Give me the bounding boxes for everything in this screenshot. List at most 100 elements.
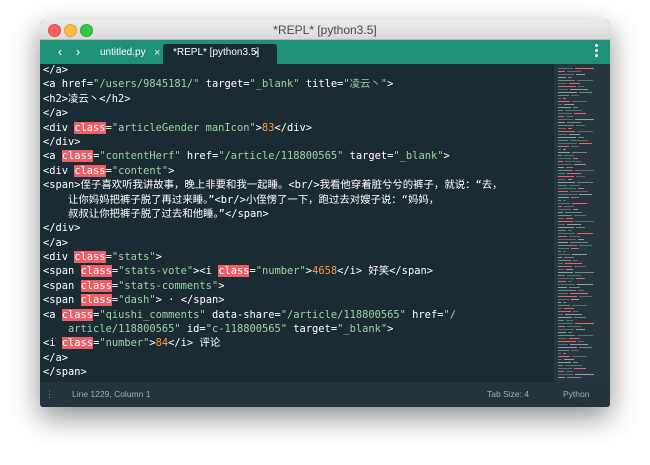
code-line[interactable]: <a class="qiushi_comments" data-share="/… — [43, 308, 503, 322]
minimap-line — [564, 206, 574, 207]
minimap-line — [567, 377, 581, 378]
code-line[interactable]: </a> — [43, 236, 503, 250]
window-title: *REPL* [python3.5] — [273, 23, 377, 37]
minimap-line — [558, 83, 567, 84]
code-line[interactable]: <a class="contentHerf" href="/article/11… — [43, 149, 503, 163]
minimap-line — [558, 146, 569, 147]
more-options-icon[interactable] — [594, 44, 600, 60]
minimap-line — [563, 353, 566, 354]
code-token: "qiushi_comments" — [99, 308, 206, 321]
minimap-line — [569, 83, 580, 84]
code-text[interactable]: </a> <a href="/users/9845181/" target="_b… — [43, 64, 503, 382]
minimap-line — [558, 272, 573, 273]
search-highlight: class — [74, 121, 106, 134]
minimap-line — [558, 290, 576, 291]
code-line[interactable]: <a href="/users/9845181/" target="_blank… — [43, 77, 503, 91]
minimap-line — [575, 170, 594, 171]
code-line[interactable]: </a> — [43, 64, 503, 77]
minimap-line — [578, 341, 584, 342]
minimap-line — [558, 263, 563, 264]
minimap-line — [558, 158, 571, 159]
minimap-line — [558, 209, 571, 210]
minimap-line — [558, 344, 568, 345]
code-token: target — [293, 323, 331, 336]
code-line[interactable]: 叔叔让你把裤子脱了过去和他睡。”</span> — [43, 207, 503, 221]
minimap-line — [576, 278, 585, 279]
minimap-line — [565, 110, 582, 111]
code-line[interactable]: </a> — [43, 351, 503, 365]
search-highlight: class — [80, 279, 112, 292]
tab-repl-python[interactable]: *REPL* [python3.5] × — [163, 44, 277, 64]
code-line[interactable]: <span class="dash"> · </span> — [43, 293, 503, 307]
code-line[interactable]: </a> — [43, 106, 503, 120]
code-token: </i> — [168, 337, 194, 350]
minimap-line — [558, 95, 569, 96]
code-line[interactable]: </div> — [43, 221, 503, 235]
minimap-line — [579, 347, 592, 348]
minimap-line — [558, 104, 562, 105]
minimap-line — [558, 149, 561, 150]
minimap-line — [558, 176, 574, 177]
code-line[interactable]: <i class="number">84</i> 评论 — [43, 336, 503, 350]
tab-size-indicator[interactable]: Tab Size: 4 — [487, 382, 529, 407]
minimap-line — [566, 167, 573, 168]
minimap-line — [574, 215, 586, 216]
cursor-position[interactable]: Line 1229, Column 1 — [72, 382, 150, 407]
minimap-line — [558, 212, 563, 213]
code-token: <span> — [43, 179, 81, 192]
code-editor[interactable]: </a> <a href="/users/9845181/" target="_b… — [40, 64, 554, 382]
code-token: <h2> — [43, 92, 69, 105]
minimap-line — [558, 131, 575, 132]
minimap-line — [567, 173, 581, 174]
code-line[interactable]: 让你妈妈把裤子脱了再过来睡。”<br/>小侄愣了一下，跑过去对嫂子说：“妈妈， — [43, 193, 503, 207]
code-token: <a — [43, 150, 62, 163]
minimap-line — [558, 323, 573, 324]
back-arrow-icon[interactable]: ‹ — [52, 43, 68, 61]
code-line[interactable]: <div class="stats"> — [43, 250, 503, 264]
forward-arrow-icon[interactable]: › — [70, 43, 86, 61]
minimap-line — [577, 284, 593, 285]
code-token: </div> — [274, 121, 313, 134]
code-line[interactable]: article/118800565" id="c-118800565" targ… — [43, 322, 503, 336]
code-line[interactable]: <span class="stats-vote"><i class="numbe… — [43, 264, 503, 278]
minimap-line — [569, 134, 580, 135]
code-line[interactable]: <span class="stats-comments"> — [43, 279, 503, 293]
code-token: <div — [43, 251, 75, 264]
panel-grip-icon[interactable]: ⋮ — [45, 382, 54, 407]
minimap-line — [558, 356, 570, 357]
code-line[interactable]: <span>侄子喜欢听我讲故事，晚上非要和我一起睡。<br/>我看他穿着脏兮兮的… — [43, 178, 503, 192]
minimap-line — [579, 245, 592, 246]
minimap-line — [565, 161, 582, 162]
minimap-line — [574, 368, 586, 369]
minimap-line — [570, 140, 588, 141]
minimap-line — [558, 98, 561, 99]
code-token: "number" — [255, 265, 306, 278]
search-highlight: class — [61, 150, 94, 163]
minimap-line — [558, 347, 577, 348]
title-bar: *REPL* [python3.5] — [40, 20, 610, 40]
minimap-line — [576, 125, 585, 126]
minimap-line — [574, 113, 586, 114]
code-line[interactable]: </span> — [43, 365, 503, 379]
minimap-line — [558, 287, 567, 288]
code-token: "stats-vote" — [118, 265, 194, 278]
tab-bar: ‹ › untitled.py × *REPL* [python3.5] × — [40, 40, 610, 64]
minimap-line — [572, 101, 587, 102]
minimap-line — [563, 251, 566, 252]
code-token: </a> — [43, 64, 69, 76]
minimap-line — [564, 257, 574, 258]
code-line[interactable]: <div class="articleGender manIcon">83</d… — [43, 121, 503, 135]
close-tab-icon[interactable]: × — [154, 44, 160, 62]
close-tab-icon[interactable]: × — [253, 44, 259, 62]
code-token: "contentHerf" — [99, 150, 181, 163]
minimap-line — [558, 296, 577, 297]
minimap[interactable] — [554, 64, 610, 382]
code-token: </span> — [180, 294, 225, 307]
code-line[interactable]: <div class="content"> — [43, 164, 503, 178]
code-line[interactable]: <h2>凌云丶</h2> — [43, 92, 503, 106]
tab-untitled-py[interactable]: untitled.py × — [92, 44, 170, 64]
syntax-indicator[interactable]: Python — [563, 382, 589, 407]
search-highlight: class — [74, 251, 106, 264]
code-line[interactable]: </div> — [43, 135, 503, 149]
minimap-line — [573, 362, 578, 363]
